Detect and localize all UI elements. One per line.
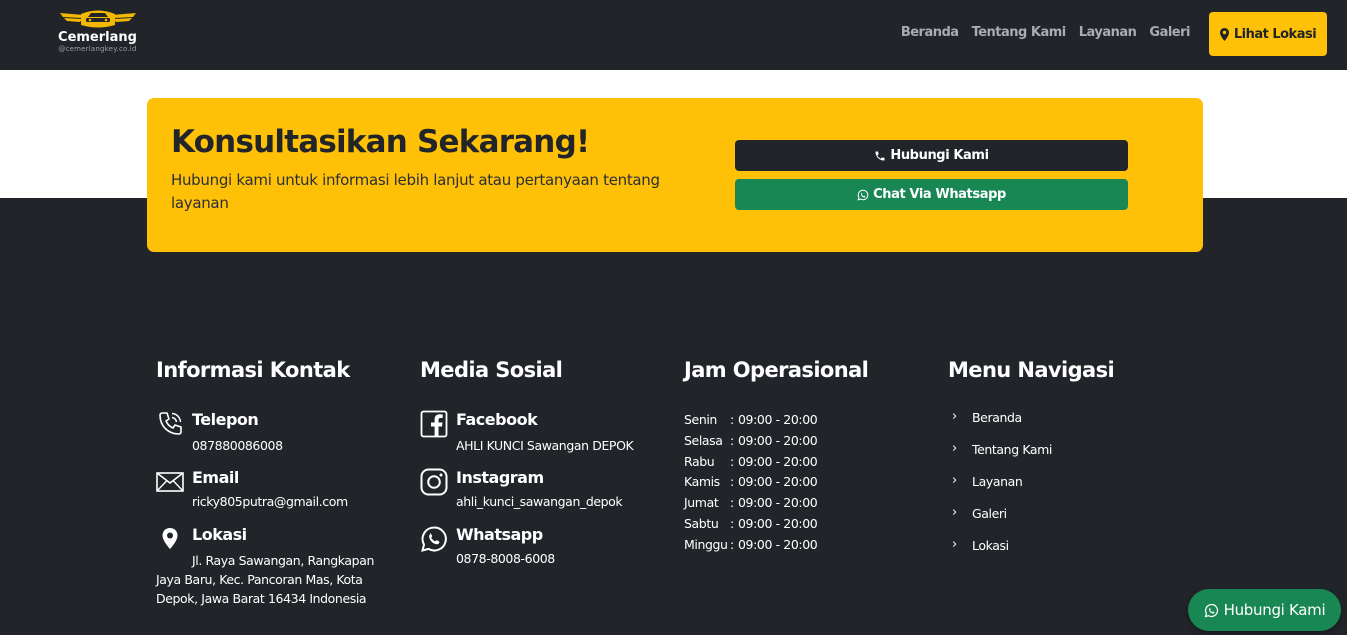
- hours-separator: :: [730, 495, 734, 511]
- whatsapp-icon: [857, 189, 869, 200]
- footer-nav-list: › Beranda › Tentang Kami › Layanan › Galeri …: [948, 410, 1052, 570]
- footer-nav-label: Layanan: [972, 474, 1023, 489]
- floating-button-label: Hubungi Kami: [1223, 601, 1326, 619]
- menu-heading: Menu Navigasi: [948, 358, 1115, 382]
- address-value: Jl. Raya Sawangan, Rangkapan Jaya Baru, …: [156, 553, 374, 606]
- hours-separator: :: [730, 432, 734, 448]
- facebook-label: Facebook: [456, 410, 538, 429]
- hours-time: 09:00 - 20:00: [738, 432, 818, 448]
- opening-hours-section: Jam Operasional Senin:09:00 - 20:00 Sela…: [684, 358, 934, 552]
- consultation-card: Konsultasikan Sekarang! Hubungi kami unt…: [147, 98, 1203, 252]
- hours-day: Jumat: [684, 495, 719, 511]
- hours-separator: :: [730, 536, 734, 552]
- hours-time: 09:00 - 20:00: [738, 453, 818, 469]
- hours-day: Rabu: [684, 453, 715, 469]
- hours-time: 09:00 - 20:00: [738, 412, 818, 427]
- chevron-right-icon: ›: [952, 505, 957, 520]
- nav-link-layanan[interactable]: Layanan: [1079, 25, 1137, 40]
- hours-time: 09:00 - 20:00: [738, 474, 818, 490]
- floating-hubungi-kami-button[interactable]: Hubungi Kami: [1188, 589, 1341, 631]
- hours-separator: :: [730, 515, 734, 531]
- consultation-text: Hubungi kami untuk informasi lebih lanju…: [171, 171, 660, 212]
- footer-nav-galeri[interactable]: › Galeri: [948, 506, 1052, 538]
- hours-separator: :: [730, 474, 734, 490]
- phone-value[interactable]: 087880086008: [192, 438, 283, 453]
- brand-domain: @cemerlangkey.co.id: [58, 45, 137, 53]
- instagram-value: ahli_kunci_sawangan_depok: [456, 494, 623, 509]
- lihat-lokasi-label: Lihat Lokasi: [1233, 26, 1317, 42]
- nav-link-galeri[interactable]: Galeri: [1149, 25, 1190, 40]
- hours-day: Kamis: [684, 474, 720, 490]
- hours-time: 09:00 - 20:00: [738, 536, 818, 552]
- brand-logo[interactable]: Cemerlang @cemerlangkey.co.id: [40, 8, 155, 63]
- hubungi-kami-button[interactable]: Hubungi Kami: [735, 140, 1128, 171]
- chat-whatsapp-button[interactable]: Chat Via Whatsapp: [735, 179, 1128, 210]
- brand-name: Cemerlang: [58, 30, 137, 45]
- map-pin-icon: [162, 528, 178, 549]
- hours-time: 09:00 - 20:00: [738, 515, 818, 531]
- location-label: Lokasi: [192, 525, 247, 544]
- chevron-right-icon: ›: [952, 441, 957, 456]
- chevron-right-icon: ›: [952, 537, 957, 552]
- nav-link-beranda[interactable]: Beranda: [901, 25, 959, 40]
- hours-row: Minggu:09:00 - 20:00: [684, 536, 818, 558]
- envelope-icon: [156, 472, 184, 492]
- footer-nav-label: Galeri: [972, 506, 1007, 521]
- nav-link-tentang-kami[interactable]: Tentang Kami: [972, 25, 1067, 40]
- hours-row: Rabu:09:00 - 20:00: [684, 453, 818, 475]
- hours-table: Senin:09:00 - 20:00 Selasa:09:00 - 20:00…: [684, 412, 818, 558]
- hours-day: Selasa: [684, 432, 723, 448]
- hours-row: Kamis:09:00 - 20:00: [684, 474, 818, 495]
- car-wings-logo-icon: [59, 10, 136, 28]
- hours-separator: :: [730, 412, 734, 427]
- consultation-title: Konsultasikan Sekarang!: [171, 124, 590, 160]
- hubungi-kami-label: Hubungi Kami: [890, 148, 989, 163]
- hours-day: Sabtu: [684, 515, 719, 531]
- hours-day: Senin: [684, 412, 717, 427]
- hours-heading: Jam Operasional: [684, 358, 869, 382]
- lihat-lokasi-button[interactable]: Lihat Lokasi: [1209, 12, 1327, 56]
- whatsapp-label: Whatsapp: [456, 525, 543, 544]
- phone-icon: [875, 151, 885, 160]
- instagram-label: Instagram: [456, 468, 544, 487]
- footer-nav-lokasi[interactable]: › Lokasi: [948, 538, 1052, 570]
- hours-time: 09:00 - 20:00: [738, 495, 818, 511]
- instagram-icon: [420, 468, 448, 496]
- hours-day: Minggu: [684, 536, 728, 552]
- nav-menu-section: Menu Navigasi › Beranda › Tentang Kami › La…: [948, 358, 1198, 553]
- hours-row: Selasa:09:00 - 20:00: [684, 432, 818, 454]
- facebook-value: AHLI KUNCI Sawangan DEPOK: [456, 438, 634, 453]
- facebook-icon: [420, 410, 448, 438]
- phone-label: Telepon: [192, 410, 259, 429]
- footer-nav-label: Tentang Kami: [972, 442, 1053, 457]
- main-nav: Beranda Tentang Kami Layanan Galeri: [901, 25, 1191, 40]
- phone-icon: [159, 412, 182, 435]
- email-label: Email: [192, 468, 239, 487]
- chat-whatsapp-label: Chat Via Whatsapp: [873, 187, 1006, 202]
- contact-info-section: Informasi Kontak Telepon 087880086008 Em…: [156, 358, 406, 606]
- footer-nav-tentang-kami[interactable]: › Tentang Kami: [948, 442, 1052, 474]
- social-media-section: Media Sosial Facebook AHLI KUNCI Sawanga…: [420, 358, 670, 566]
- email-value[interactable]: ricky805putra@gmail.com: [192, 494, 348, 509]
- footer-nav-beranda[interactable]: › Beranda: [948, 410, 1052, 442]
- whatsapp-icon: [421, 526, 447, 552]
- footer-nav-layanan[interactable]: › Layanan: [948, 474, 1052, 506]
- chevron-right-icon: ›: [952, 409, 957, 424]
- chevron-right-icon: ›: [952, 473, 957, 488]
- footer-nav-label: Lokasi: [972, 538, 1009, 553]
- hours-separator: :: [730, 453, 734, 469]
- footer-nav-label: Beranda: [972, 410, 1022, 425]
- contact-heading: Informasi Kontak: [156, 358, 350, 382]
- navbar: Cemerlang @cemerlangkey.co.id Beranda Te…: [0, 0, 1347, 70]
- hours-row: Senin:09:00 - 20:00: [684, 412, 818, 433]
- map-pin-icon: [1219, 27, 1229, 41]
- hours-row: Jumat:09:00 - 20:00: [684, 495, 818, 516]
- social-heading: Media Sosial: [420, 358, 563, 382]
- hours-row: Sabtu:09:00 - 20:00: [684, 515, 818, 537]
- whatsapp-value: 0878-8008-6008: [456, 551, 555, 566]
- whatsapp-icon: [1204, 603, 1218, 617]
